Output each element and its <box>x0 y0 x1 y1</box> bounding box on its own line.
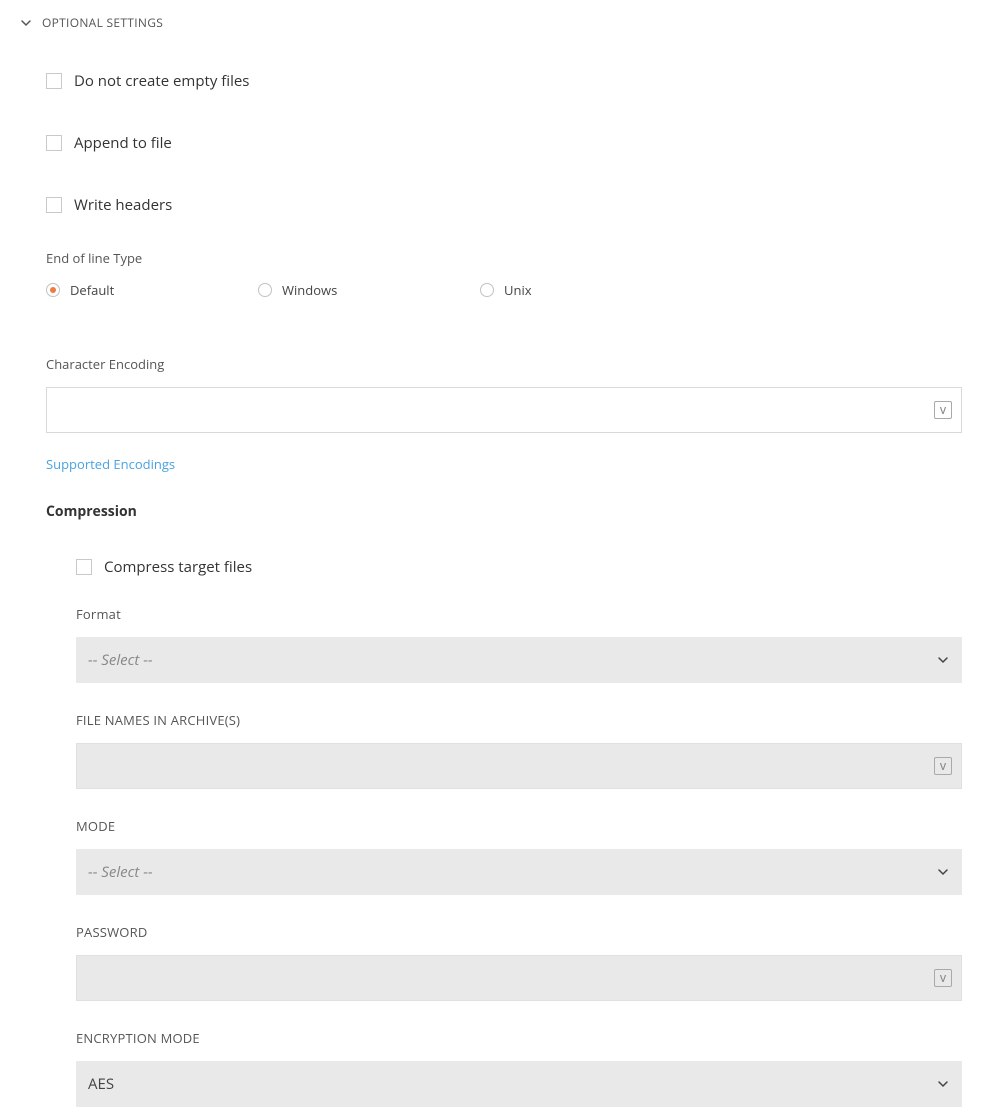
variable-icon[interactable]: V <box>934 969 952 987</box>
select-value: -- Select -- <box>76 849 962 895</box>
radio-icon <box>258 283 272 297</box>
checkbox-no-empty-files[interactable]: Do not create empty files <box>46 71 962 91</box>
password-label: PASSWORD <box>76 923 962 941</box>
encoding-label: Character Encoding <box>46 355 962 373</box>
checkbox-append-to-file[interactable]: Append to file <box>46 133 962 153</box>
file-names-input[interactable] <box>76 743 962 789</box>
variable-icon[interactable]: V <box>934 757 952 775</box>
checkbox-icon <box>46 135 62 151</box>
radio-eol-unix[interactable]: Unix <box>480 281 532 299</box>
format-select[interactable]: -- Select -- <box>76 637 962 683</box>
radio-label: Unix <box>504 281 532 299</box>
checkbox-icon <box>76 559 92 575</box>
checkbox-icon <box>46 73 62 89</box>
eol-radio-group: Default Windows Unix <box>46 281 962 299</box>
password-input-wrap: V <box>76 955 962 1001</box>
radio-eol-default[interactable]: Default <box>46 281 258 299</box>
password-input[interactable] <box>76 955 962 1001</box>
mode-select[interactable]: -- Select -- <box>76 849 962 895</box>
eol-label: End of line Type <box>46 249 962 267</box>
checkbox-label: Write headers <box>74 195 172 215</box>
chevron-down-icon <box>938 867 948 877</box>
optional-settings-header[interactable]: OPTIONAL SETTINGS <box>0 0 982 45</box>
chevron-down-icon <box>20 17 32 29</box>
variable-icon[interactable]: V <box>934 401 952 419</box>
compression-title: Compression <box>46 502 962 521</box>
encryption-mode-label: ENCRYPTION MODE <box>76 1029 962 1047</box>
checkbox-compress-target-files[interactable]: Compress target files <box>76 557 962 577</box>
radio-icon <box>480 283 494 297</box>
checkbox-label: Compress target files <box>104 557 252 577</box>
encryption-mode-select[interactable]: AES <box>76 1061 962 1107</box>
checkbox-write-headers[interactable]: Write headers <box>46 195 962 215</box>
filenames-input-wrap: V <box>76 743 962 789</box>
radio-icon <box>46 283 60 297</box>
section-title: OPTIONAL SETTINGS <box>42 14 163 31</box>
character-encoding-input[interactable] <box>46 387 962 433</box>
radio-eol-windows[interactable]: Windows <box>258 281 480 299</box>
chevron-down-icon <box>938 1079 948 1089</box>
checkbox-label: Do not create empty files <box>74 71 249 91</box>
radio-label: Default <box>70 281 114 299</box>
radio-label: Windows <box>282 281 337 299</box>
encoding-input-wrap: V <box>46 387 962 433</box>
mode-label: MODE <box>76 817 962 835</box>
chevron-down-icon <box>938 655 948 665</box>
supported-encodings-link[interactable]: Supported Encodings <box>46 455 175 473</box>
checkbox-label: Append to file <box>74 133 172 153</box>
select-value: AES <box>76 1061 962 1107</box>
filenames-label: FILE NAMES IN ARCHIVE(S) <box>76 711 962 729</box>
checkbox-icon <box>46 197 62 213</box>
format-label: Format <box>76 605 962 623</box>
select-value: -- Select -- <box>76 637 962 683</box>
